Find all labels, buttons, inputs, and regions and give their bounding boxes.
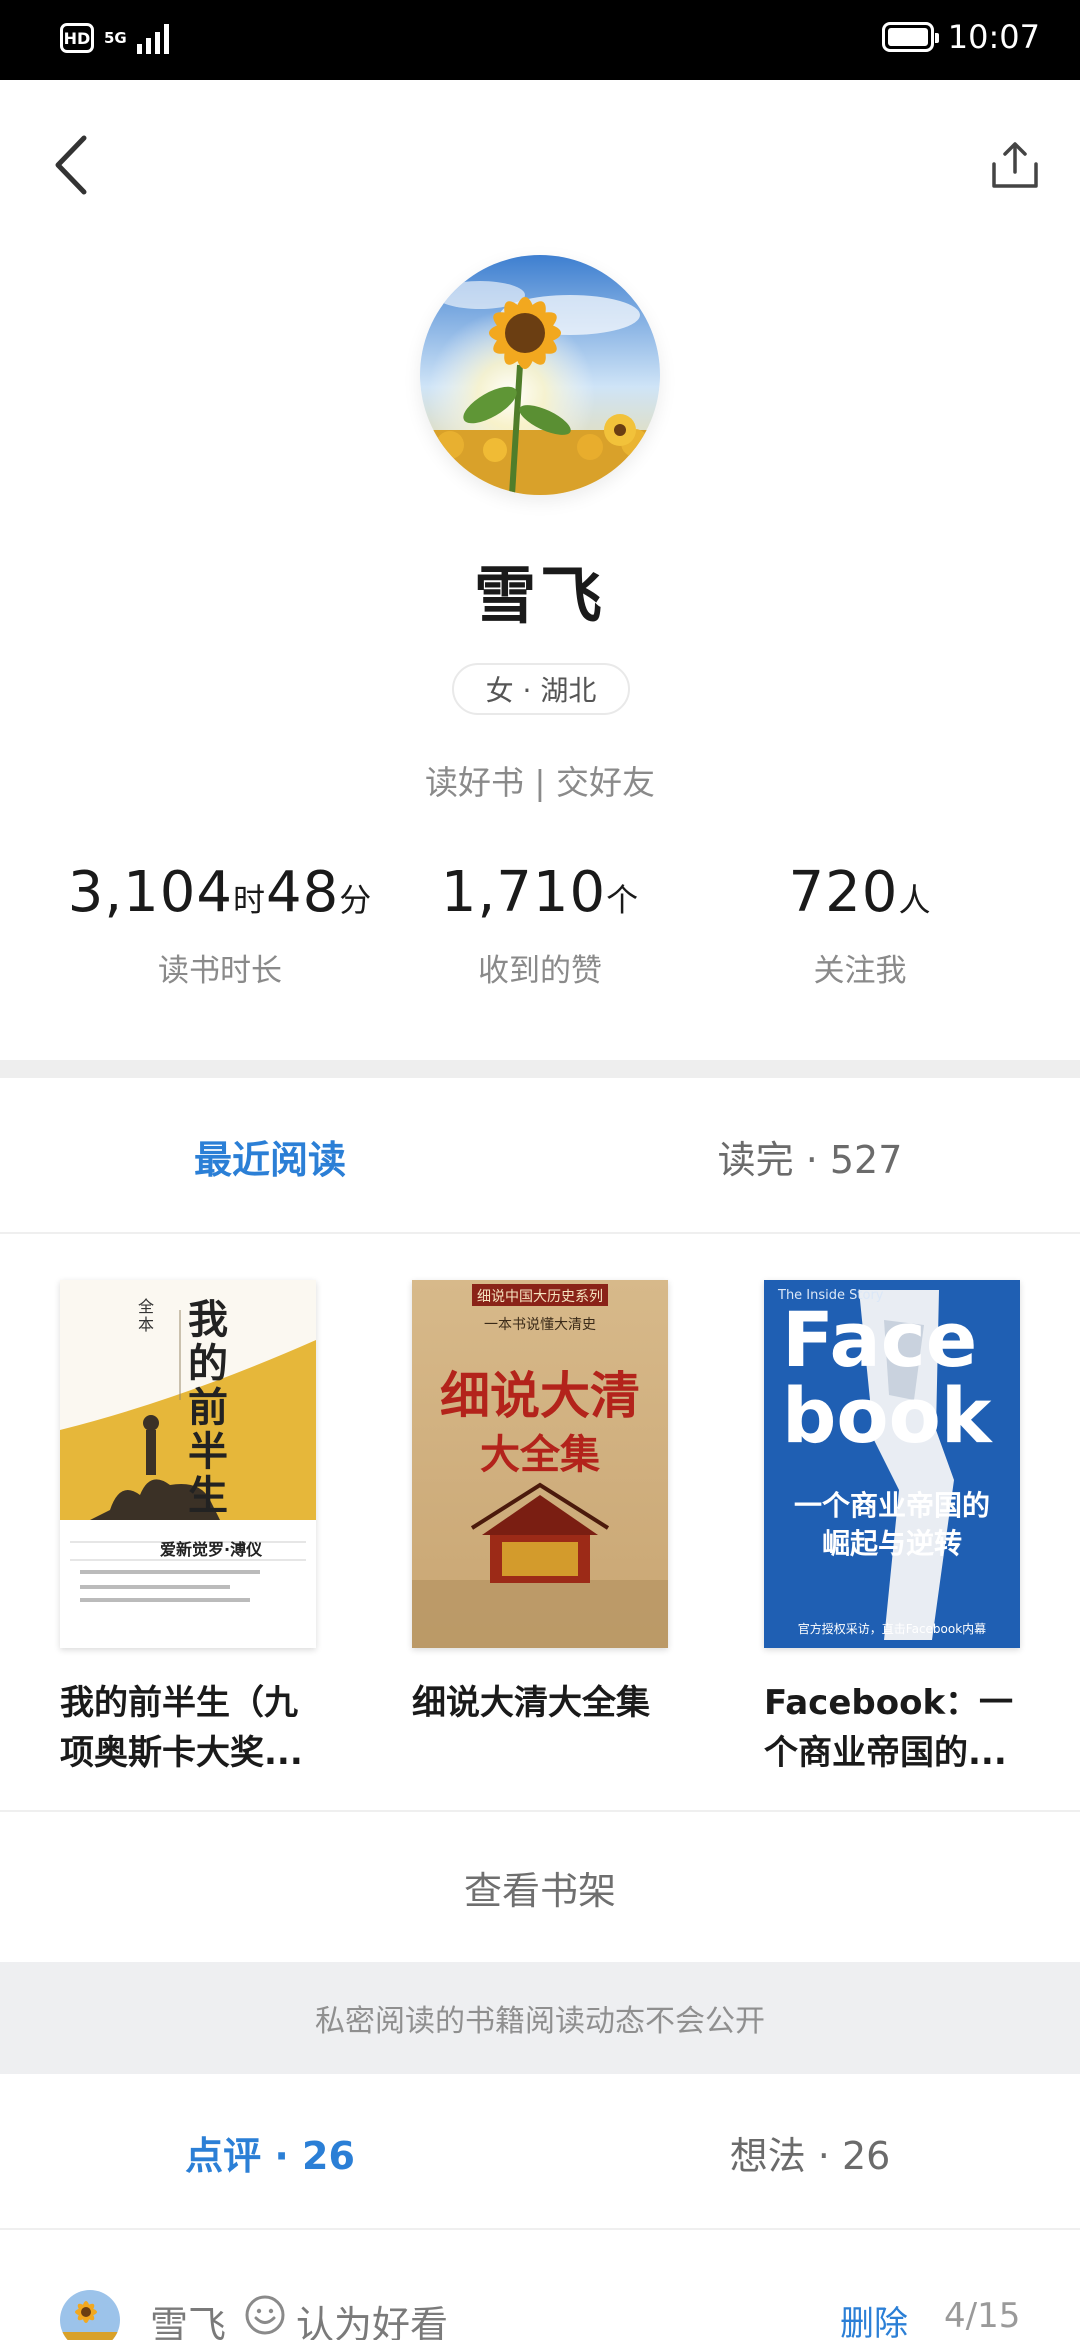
book-item[interactable]: The Inside Story Face book 一个商业帝国的 崛起与逆转… <box>764 1280 1024 1778</box>
chevron-left-icon <box>55 135 87 195</box>
cover-title: Face <box>782 1295 978 1384</box>
status-right: 10:07 <box>881 18 1040 56</box>
cover-tagline: 一本书说懂大清史 <box>484 1317 596 1333</box>
book-list: 我的前半生 全本 爱新觉罗·溥仪 我的前半生（九项奥斯卡大奖... 细说中国大历… <box>0 1280 1080 1780</box>
private-reading-note: 私密阅读的书籍阅读动态不会公开 <box>0 1962 1080 2074</box>
delete-button[interactable]: 删除 <box>840 2296 908 2340</box>
review-date: 4/15 <box>944 2296 1021 2336</box>
book-cover[interactable]: 我的前半生 全本 爱新觉罗·溥仪 <box>60 1280 316 1648</box>
clock: 10:07 <box>947 18 1040 56</box>
section-divider <box>0 1060 1080 1078</box>
tab-reviews[interactable]: 点评 · 26 <box>0 2074 540 2230</box>
signal-icon <box>136 22 169 54</box>
avatar[interactable] <box>420 255 660 495</box>
book-item[interactable]: 细说中国大历史系列 一本书说懂大清史 细说大清 大全集 细说大清大全集 <box>412 1280 672 1728</box>
stat-followers[interactable]: 720人 关注我 <box>690 860 1030 990</box>
reviewer-name: 雪飞 <box>150 2303 227 2340</box>
stats-row: 3,104时48分 读书时长 1,710个 收到的赞 720人 关注我 <box>0 860 1080 1000</box>
tab-finished[interactable]: 读完 · 527 <box>540 1078 1080 1234</box>
review-item[interactable]: 雪飞 认为好看 删除 4/15 <box>0 2280 1080 2340</box>
cover-cn-title: 一个商业帝国的 <box>793 1489 990 1522</box>
cover-title-line2: book <box>782 1371 992 1460</box>
view-bookshelf-button[interactable]: 查看书架 <box>0 1810 1080 1962</box>
review-verdict: 认为好看 <box>296 2303 449 2340</box>
cover-cn-subtitle: 崛起与逆转 <box>821 1527 962 1560</box>
cover-title-line2: 大全集 <box>480 1431 600 1478</box>
stat-value: 1,710个 <box>440 860 640 925</box>
cover-title: 细说大清 <box>440 1366 640 1425</box>
sunflower-avatar-image <box>60 2290 120 2340</box>
cover-series: 细说中国大历史系列 <box>477 1289 603 1305</box>
cover-title: 我的前半生 <box>188 1296 228 1519</box>
book-title: 细说大清大全集 <box>412 1683 650 1723</box>
stat-label: 收到的赞 <box>478 953 602 989</box>
book-cover[interactable]: 细说中国大历史系列 一本书说懂大清史 细说大清 大全集 <box>412 1280 668 1648</box>
book-item[interactable]: 我的前半生 全本 爱新觉罗·溥仪 我的前半生（九项奥斯卡大奖... <box>60 1280 320 1778</box>
profile-name: 雪飞 <box>473 559 606 632</box>
share-button[interactable] <box>980 130 1050 200</box>
tab-thoughts[interactable]: 想法 · 26 <box>540 2074 1080 2230</box>
back-button[interactable] <box>40 125 100 205</box>
battery-icon <box>881 22 939 52</box>
gender-location-tag: 女 · 湖北 <box>452 663 630 715</box>
cover-footer: 官方授权采访，直击Facebook内幕 <box>797 1622 987 1636</box>
avatar[interactable] <box>60 2290 120 2340</box>
cover-author: 爱新觉罗·溥仪 <box>160 1540 263 1559</box>
reading-tabs: 最近阅读 读完 · 527 <box>0 1078 1080 1234</box>
profile-motto: 读好书 | 交好友 <box>424 763 656 802</box>
hd-icon: HD <box>60 23 94 53</box>
status-bar: HD 5G 10:07 <box>0 0 1080 80</box>
book-cover[interactable]: The Inside Story Face book 一个商业帝国的 崛起与逆转… <box>764 1280 1020 1648</box>
stat-label: 读书时长 <box>158 953 282 989</box>
stat-value: 720人 <box>788 860 932 925</box>
book-title: 我的前半生（九项奥斯卡大奖... <box>60 1683 303 1773</box>
network-label: 5G <box>104 29 127 47</box>
tab-recent-reading[interactable]: 最近阅读 <box>0 1078 540 1234</box>
stat-reading-time[interactable]: 3,104时48分 读书时长 <box>50 860 390 990</box>
share-icon <box>992 142 1038 188</box>
sunflower-avatar-image <box>420 255 660 495</box>
stat-label: 关注我 <box>813 953 907 989</box>
cover-subtitle: 全本 <box>138 1297 155 1334</box>
smile-icon <box>244 2294 286 2336</box>
status-left: HD 5G <box>60 22 169 54</box>
book-title: Facebook：一个商业帝国的... <box>764 1683 1014 1773</box>
stat-likes[interactable]: 1,710个 收到的赞 <box>370 860 710 990</box>
review-tabs: 点评 · 26 想法 · 26 <box>0 2074 1080 2230</box>
stat-value: 3,104时48分 <box>67 860 373 925</box>
